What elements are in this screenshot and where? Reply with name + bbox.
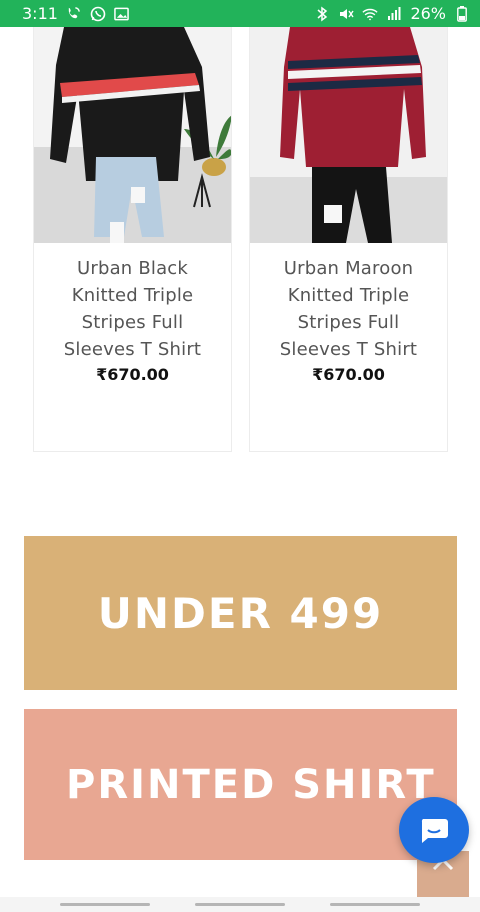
chat-button[interactable] [399, 797, 469, 863]
product-card[interactable]: Urban Maroon Knitted Triple Stripes Full… [249, 27, 448, 452]
battery-percent: 26% [410, 4, 446, 23]
nav-back-hint[interactable] [60, 903, 150, 906]
system-nav-bar [0, 897, 480, 912]
product-title[interactable]: Urban Black Knitted Triple Stripes Full … [34, 255, 231, 363]
product-price: ₹670.00 [312, 365, 385, 384]
product-price: ₹670.00 [96, 365, 169, 384]
nav-home-hint[interactable] [195, 903, 285, 906]
product-card[interactable]: Urban Black Knitted Triple Stripes Full … [33, 27, 232, 452]
whatsapp-icon [90, 6, 106, 22]
under-499-banner[interactable]: UNDER 499 [24, 536, 457, 690]
printed-shirt-banner[interactable]: PRINTED SHIRT [24, 709, 457, 860]
nav-recents-hint[interactable] [330, 903, 420, 906]
product-image[interactable] [250, 27, 447, 243]
mute-icon [338, 6, 355, 22]
signal-icon [386, 6, 402, 22]
banner-label: PRINTED SHIRT [66, 761, 436, 808]
wifi-call-icon [66, 6, 82, 22]
wifi-icon [362, 6, 379, 22]
chat-icon [421, 819, 448, 843]
banner-label: UNDER 499 [97, 588, 384, 638]
product-title[interactable]: Urban Maroon Knitted Triple Stripes Full… [250, 255, 447, 363]
status-time: 3:11 [22, 4, 58, 23]
bluetooth-icon [314, 6, 330, 22]
image-icon [114, 6, 130, 22]
battery-icon [454, 5, 470, 22]
status-bar: 3:11 26% [0, 0, 480, 27]
product-image[interactable] [34, 27, 231, 243]
